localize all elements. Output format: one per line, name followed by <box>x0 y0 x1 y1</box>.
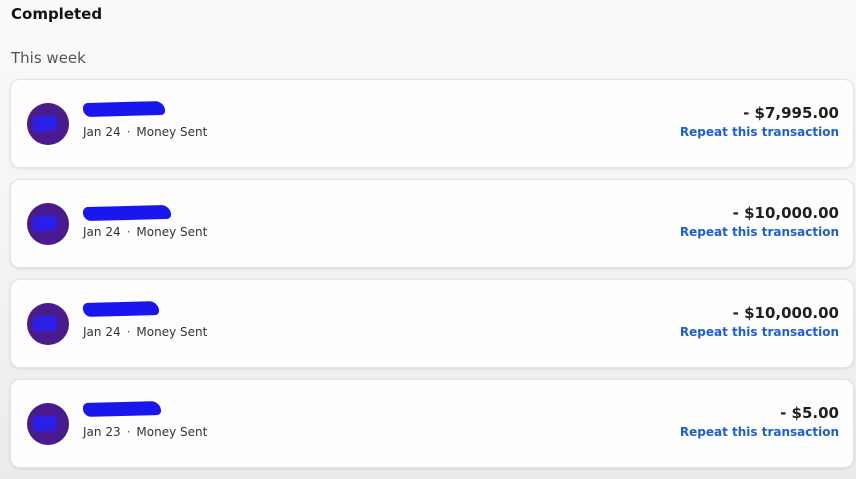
avatar <box>27 103 69 145</box>
transaction-date: Jan 24 <box>83 325 121 339</box>
redacted-recipient-name <box>82 100 166 118</box>
repeat-transaction-link[interactable]: Repeat this transaction <box>680 125 839 139</box>
transaction-date: Jan 24 <box>83 125 121 139</box>
repeat-transaction-link[interactable]: Repeat this transaction <box>680 325 839 339</box>
repeat-transaction-link[interactable]: Repeat this transaction <box>680 225 839 239</box>
transaction-amount: - $7,995.00 <box>743 104 839 122</box>
transaction-card[interactable]: Jan 24 · Money Sent - $10,000.00 Repeat th… <box>10 179 854 268</box>
avatar <box>27 403 69 445</box>
meta-separator: · <box>126 425 131 439</box>
transaction-type: Money Sent <box>136 325 208 339</box>
meta-separator: · <box>126 225 131 239</box>
redacted-recipient-name <box>82 400 162 418</box>
meta-separator: · <box>126 125 131 139</box>
avatar-redaction <box>32 115 58 132</box>
transaction-amount: - $10,000.00 <box>732 204 839 222</box>
avatar <box>27 303 69 345</box>
transaction-list: Jan 24 · Money Sent - $7,995.00 Repeat thi… <box>10 79 854 479</box>
section-title: Completed <box>11 5 103 23</box>
transaction-meta: Jan 24 · Money Sent <box>83 225 207 239</box>
transaction-meta: Jan 23 · Money Sent <box>83 425 207 439</box>
redacted-recipient-name <box>82 204 172 222</box>
meta-separator: · <box>126 325 131 339</box>
repeat-transaction-link[interactable]: Repeat this transaction <box>680 425 839 439</box>
transaction-type: Money Sent <box>136 225 208 239</box>
avatar <box>27 203 69 245</box>
transaction-meta: Jan 24 · Money Sent <box>83 125 207 139</box>
avatar-redaction <box>32 315 58 332</box>
redacted-recipient-name <box>82 301 160 317</box>
transaction-date: Jan 24 <box>83 225 121 239</box>
avatar-redaction <box>32 415 58 432</box>
transaction-card[interactable]: Jan 23 · Money Sent - $5.00 Repeat this tr… <box>10 379 854 468</box>
avatar-redaction <box>32 215 58 232</box>
transaction-type: Money Sent <box>136 125 208 139</box>
transaction-amount: - $5.00 <box>780 404 839 422</box>
transaction-meta: Jan 24 · Money Sent <box>83 325 207 339</box>
group-title: This week <box>11 49 86 67</box>
transaction-card[interactable]: Jan 24 · Money Sent - $7,995.00 Repeat thi… <box>10 79 854 168</box>
transaction-date: Jan 23 <box>83 425 121 439</box>
transaction-amount: - $10,000.00 <box>732 304 839 322</box>
transaction-card[interactable]: Jan 24 · Money Sent - $10,000.00 Repeat th… <box>10 279 854 368</box>
transaction-type: Money Sent <box>136 425 208 439</box>
